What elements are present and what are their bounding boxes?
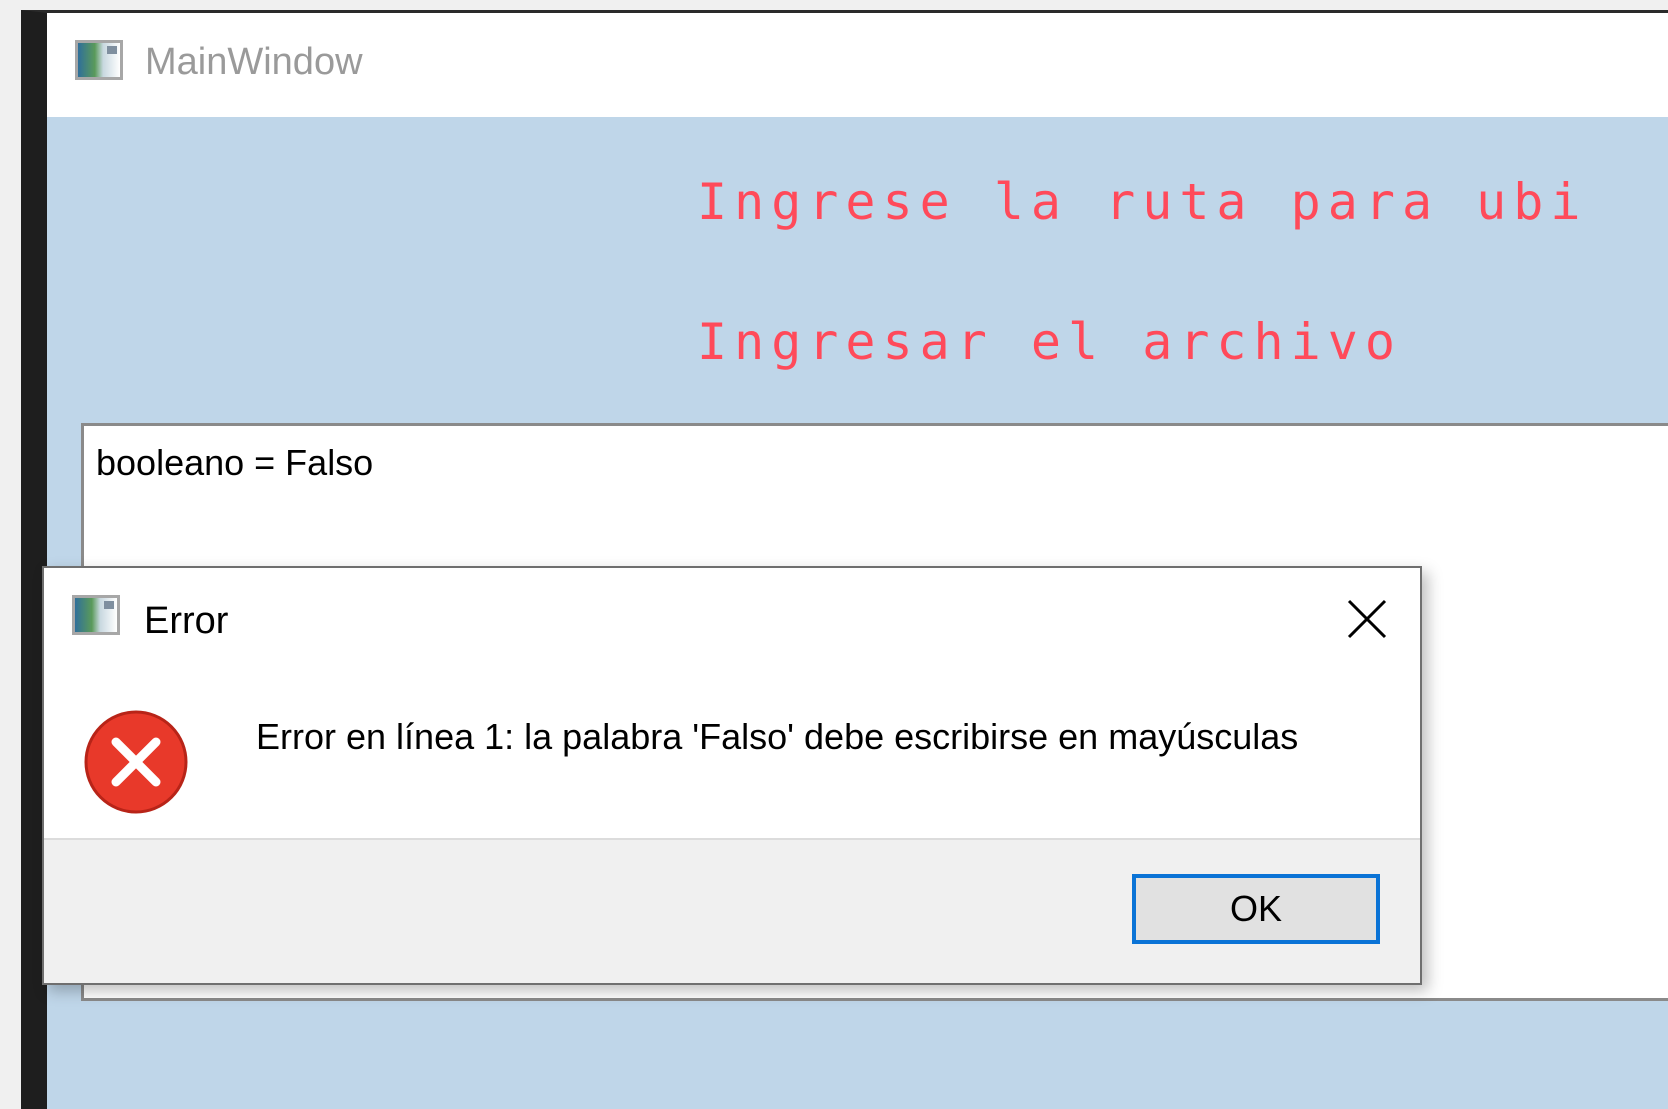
main-window-title-bar[interactable]: MainWindow bbox=[47, 13, 1668, 117]
load-file-label[interactable]: Ingresar el archivo bbox=[697, 313, 1402, 371]
path-instruction-label: Ingrese la ruta para ubi bbox=[697, 173, 1588, 231]
ok-button[interactable]: OK bbox=[1132, 874, 1380, 944]
error-dialog-title-bar[interactable]: Error bbox=[44, 568, 1420, 672]
error-dialog-footer: OK bbox=[44, 838, 1420, 983]
window-app-icon bbox=[72, 595, 120, 635]
error-message: Error en línea 1: la palabra 'Falso' deb… bbox=[256, 716, 1299, 757]
error-dialog-body: Error en línea 1: la palabra 'Falso' deb… bbox=[44, 672, 1420, 838]
close-icon bbox=[1347, 599, 1387, 639]
error-dialog-title: Error bbox=[144, 600, 229, 642]
main-window-title: MainWindow bbox=[145, 41, 363, 83]
close-button[interactable] bbox=[1342, 594, 1392, 644]
error-icon bbox=[84, 710, 188, 814]
window-app-icon bbox=[75, 40, 123, 80]
error-dialog: Error Error en línea 1: la palabra 'Fals… bbox=[42, 566, 1422, 985]
screen: MainWindow Ingrese la ruta para ubi Ingr… bbox=[0, 0, 1668, 1109]
